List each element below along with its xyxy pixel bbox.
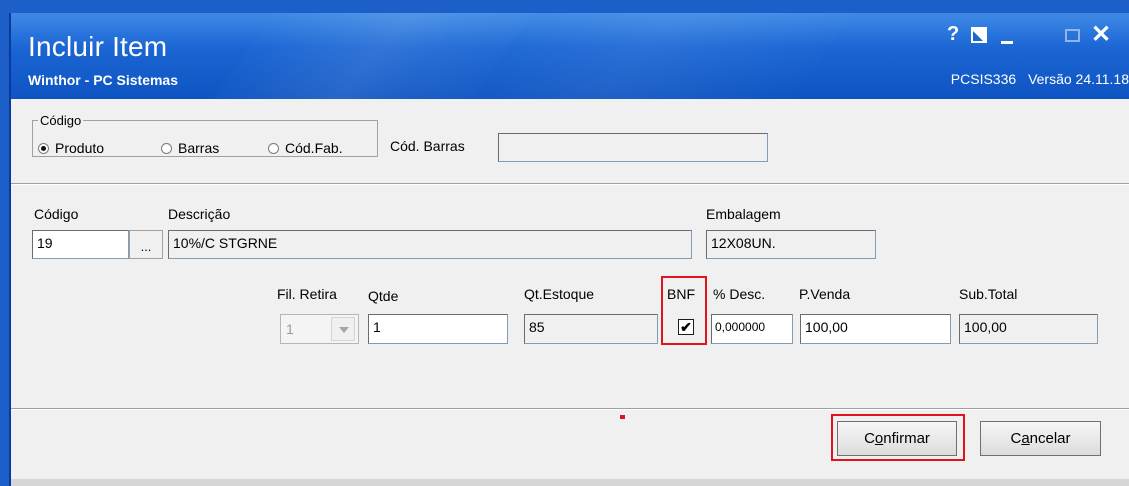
help-icon[interactable]: ? xyxy=(947,23,959,46)
radio-cod-fab-label: Cód.Fab. xyxy=(285,140,343,156)
radio-barras[interactable]: Barras xyxy=(161,140,219,156)
codigo-input[interactable]: 19 xyxy=(32,230,129,259)
cancelar-accelerator: a xyxy=(1021,430,1030,447)
pvenda-label: P.Venda xyxy=(799,286,851,302)
radio-produto[interactable]: Produto xyxy=(38,140,104,156)
embalagem-label: Embalagem xyxy=(706,206,781,222)
cod-barras-label: Cód. Barras xyxy=(390,138,465,154)
window-meta: PCSIS336 Versão 24.11.18 xyxy=(943,71,1129,87)
maximize-icon[interactable] xyxy=(1065,29,1080,42)
chevron-down-icon[interactable] xyxy=(331,317,355,341)
subtotal-field: 100,00 xyxy=(959,314,1098,344)
restore-icon[interactable] xyxy=(971,27,987,43)
descricao-field: 10%/C STGRNE xyxy=(168,230,692,259)
bnf-highlight xyxy=(661,276,707,345)
qtde-label: Qtde xyxy=(368,288,399,304)
descricao-label: Descrição xyxy=(168,206,231,222)
red-marker xyxy=(620,415,625,419)
divider xyxy=(11,408,1129,410)
cod-barras-input[interactable] xyxy=(498,133,768,162)
lookup-button[interactable]: ... xyxy=(129,230,163,259)
pvenda-input[interactable]: 100,00 xyxy=(800,314,951,344)
codigo-group-label: Código xyxy=(38,113,84,128)
window-title: Incluir Item xyxy=(28,31,168,62)
qt-estoque-field: 85 xyxy=(524,314,658,344)
radio-selected-icon xyxy=(38,142,49,154)
desc-label: % Desc. xyxy=(713,286,766,302)
window-subtitle: Winthor - PC Sistemas xyxy=(28,72,179,88)
radio-unselected-icon xyxy=(161,142,172,154)
radio-cod-fab[interactable]: Cód.Fab. xyxy=(268,140,343,156)
radio-produto-label: Produto xyxy=(55,140,105,156)
minimize-icon[interactable] xyxy=(1001,41,1013,44)
qt-estoque-label: Qt.Estoque xyxy=(524,286,595,302)
qtde-input[interactable]: 1 xyxy=(368,314,508,344)
version-label: Versão 24.11.18 xyxy=(1028,71,1129,87)
codigo-label: Código xyxy=(34,206,79,222)
incluir-item-window: Incluir Item Winthor - PC Sistemas PCSIS… xyxy=(9,13,1129,486)
radio-barras-label: Barras xyxy=(178,140,220,156)
fil-retira-label: Fil. Retira xyxy=(277,286,337,302)
window-bottom-edge xyxy=(11,479,1129,486)
subtotal-label: Sub.Total xyxy=(959,286,1018,302)
desc-input[interactable]: 0,000000 xyxy=(711,314,793,344)
confirmar-highlight xyxy=(831,414,965,461)
radio-unselected-icon xyxy=(268,142,279,154)
cancelar-label-start: C xyxy=(1010,430,1022,447)
embalagem-field: 12X08UN. xyxy=(706,230,876,259)
title-bar[interactable]: Incluir Item Winthor - PC Sistemas PCSIS… xyxy=(11,13,1129,99)
cancelar-button[interactable]: Cancelar xyxy=(980,421,1101,456)
close-icon[interactable]: ✕ xyxy=(1091,20,1111,49)
cancelar-label-end: ncelar xyxy=(1029,430,1071,447)
divider xyxy=(11,183,1129,185)
program-code: PCSIS336 xyxy=(950,71,1017,87)
